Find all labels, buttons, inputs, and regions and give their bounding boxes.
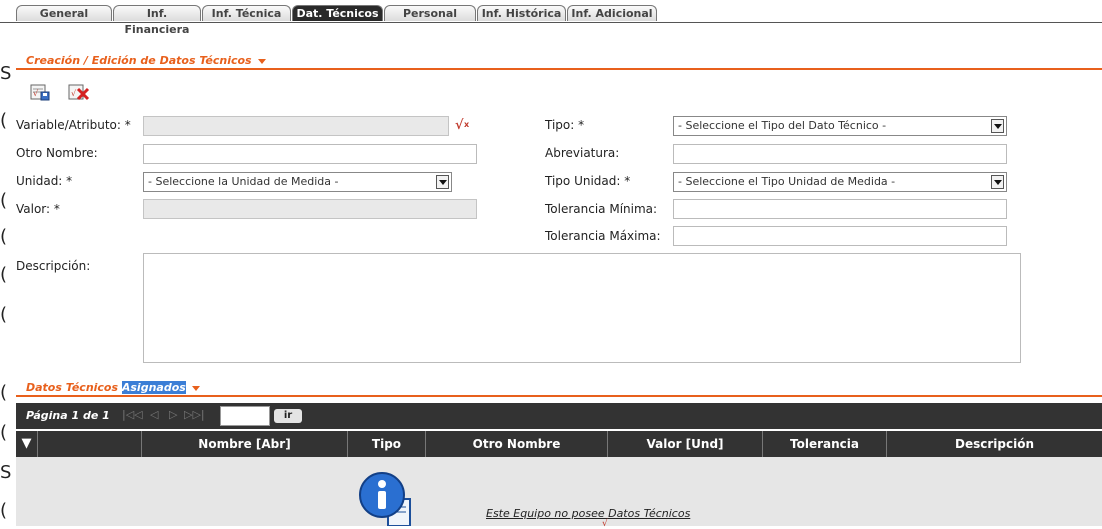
tipo-unidad-select[interactable]: - Seleccione el Tipo Unidad de Medida - (673, 172, 1007, 192)
chevron-down-icon (257, 58, 266, 64)
column-header-otro-nombre[interactable]: Otro Nombre (426, 431, 608, 457)
clipped-letter: S (0, 462, 12, 483)
go-button[interactable]: ir (274, 409, 302, 423)
last-page-icon[interactable]: ▷▷| (184, 408, 205, 421)
section-divider (16, 68, 1102, 70)
function-icon: √ (602, 519, 608, 529)
descripcion-label: Descripción: (16, 259, 91, 273)
column-header-nombre[interactable]: Nombre [Abr] (142, 431, 348, 457)
tab-inf-financiera[interactable]: Inf. Financiera (113, 5, 201, 36)
variable-field[interactable] (143, 116, 449, 136)
chevron-down-icon (991, 119, 1004, 133)
filter-icon[interactable]: ▼ (16, 431, 38, 457)
tolerancia-minima-label: Tolerancia Mínima: (545, 202, 658, 216)
svg-text:√: √ (33, 89, 39, 98)
form-section-title-text: Creación / Edición de Datos Técnicos (26, 54, 252, 67)
tab-bar: General Inf. Financiera Inf. Técnica Dat… (0, 0, 1102, 36)
clipped-letter: ( (0, 264, 8, 285)
empty-message: Este Equipo no posee Datos Técnicos (486, 507, 691, 520)
valor-field[interactable] (143, 199, 477, 219)
tab-general[interactable]: General (16, 5, 112, 21)
tipo-select-value: - Seleccione el Tipo del Dato Técnico - (678, 119, 887, 132)
tolerancia-maxima-field[interactable] (673, 226, 1007, 246)
tipo-select[interactable]: - Seleccione el Tipo del Dato Técnico - (673, 116, 1007, 136)
list-section-title-text: Datos Técnicos (26, 381, 122, 394)
prev-page-icon[interactable]: ◁ (150, 408, 158, 421)
tipo-unidad-select-value: - Seleccione el Tipo Unidad de Medida - (678, 175, 896, 188)
pager-bar: Página 1 de 1 |◁◁ ◁ ▷ ▷▷| ir (16, 403, 1102, 429)
column-header-tolerancia[interactable]: Tolerancia (763, 431, 887, 457)
save-icon[interactable]: √ (30, 83, 50, 101)
variable-label: Variable/Atributo: * (16, 118, 131, 132)
table-header: ▼ Nombre [Abr] Tipo Otro Nombre Valor [U… (16, 431, 1102, 457)
clipped-text: S (0, 64, 11, 84)
svg-text:x: x (464, 120, 470, 129)
column-header-tipo[interactable]: Tipo (348, 431, 426, 457)
function-icon[interactable]: √ x (455, 115, 473, 133)
next-page-icon[interactable]: ▷ (169, 408, 177, 421)
pager-text: Página 1 de 1 (26, 409, 110, 422)
valor-label: Valor: * (16, 202, 60, 216)
section-divider (16, 395, 1102, 397)
tipo-unidad-label: Tipo Unidad: * (545, 174, 631, 188)
unidad-select[interactable]: - Seleccione la Unidad de Medida - (143, 172, 452, 192)
tolerancia-minima-field[interactable] (673, 199, 1007, 219)
column-header-valor[interactable]: Valor [Und] (608, 431, 763, 457)
descripcion-textarea[interactable] (143, 253, 1021, 363)
first-page-icon[interactable]: |◁◁ (122, 408, 143, 421)
abreviatura-field[interactable] (673, 144, 1007, 164)
clipped-letter: ( (0, 422, 8, 443)
clipped-letter: ( (0, 500, 8, 521)
clipped-letter: ( (0, 226, 8, 247)
otro-nombre-field[interactable] (143, 144, 477, 164)
tolerancia-maxima-label: Tolerancia Máxima: (545, 229, 661, 243)
clipped-letter: ( (0, 190, 8, 211)
column-spacer (38, 431, 142, 457)
chevron-down-icon (191, 385, 200, 391)
otro-nombre-label: Otro Nombre: (16, 146, 98, 160)
column-header-descripcion[interactable]: Descripción (887, 431, 1102, 457)
clipped-letter: ( (0, 304, 8, 325)
abreviatura-label: Abreviatura: (545, 146, 620, 160)
chevron-down-icon (436, 175, 449, 189)
unidad-label: Unidad: * (16, 174, 73, 188)
info-icon (358, 471, 412, 527)
clipped-letter: S (0, 63, 12, 84)
form-section-title[interactable]: Creación / Edición de Datos Técnicos (26, 54, 266, 67)
svg-text:√: √ (455, 118, 464, 133)
unidad-select-value: - Seleccione la Unidad de Medida - (148, 175, 339, 188)
tipo-label: Tipo: * (545, 118, 585, 132)
tab-personal[interactable]: Personal (384, 5, 476, 21)
tab-inf-tecnica[interactable]: Inf. Técnica (202, 5, 291, 21)
list-section-title-highlight: Asignados (121, 381, 186, 394)
clipped-letter: ( (0, 382, 8, 403)
list-section-title[interactable]: Datos Técnicos Asignados (26, 381, 200, 394)
empty-state: Este Equipo no posee Datos Técnicos √ (16, 457, 1102, 529)
page-input[interactable] (220, 406, 270, 426)
tab-inf-adicional[interactable]: Inf. Adicional (567, 5, 657, 21)
svg-text:√: √ (71, 89, 77, 98)
clipped-letter: ( (0, 110, 8, 131)
delete-icon[interactable]: √ (68, 83, 90, 101)
tab-inf-historica[interactable]: Inf. Histórica (477, 5, 566, 21)
chevron-down-icon (991, 175, 1004, 189)
tab-dat-tecnicos[interactable]: Dat. Técnicos (292, 5, 383, 21)
